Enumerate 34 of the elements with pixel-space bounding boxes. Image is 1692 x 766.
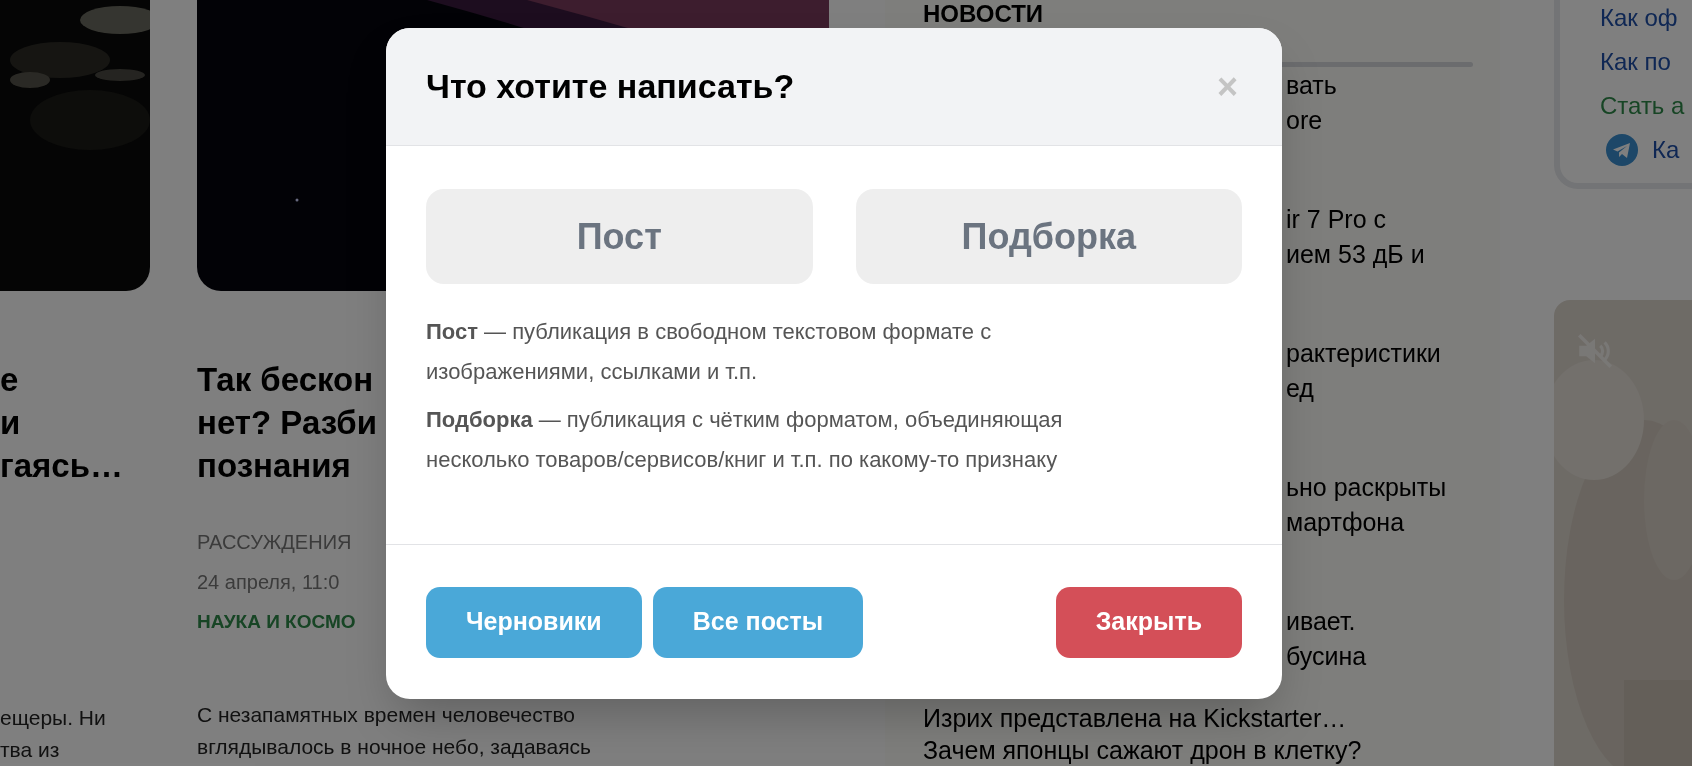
article-excerpt: тва из (0, 737, 61, 763)
news-link[interactable]: вать (1286, 68, 1500, 103)
news-link[interactable]: ием 53 дБ и (1286, 237, 1500, 272)
news-link[interactable]: ивает. (1286, 604, 1500, 639)
option-button[interactable]: Подборка (855, 189, 1242, 284)
nav-button[interactable]: Все посты (652, 586, 864, 658)
news-link[interactable]: ir 7 Pro с (1286, 202, 1500, 237)
news-link[interactable]: ед (1286, 371, 1500, 406)
news-link[interactable]: рактеристики (1286, 336, 1500, 371)
close-button[interactable]: Закрыть (1055, 586, 1242, 658)
news-link[interactable]: ьно раскрыты (1286, 470, 1500, 505)
article-title[interactable]: гаясь… (0, 444, 150, 487)
nav-button[interactable]: Черновики (426, 586, 642, 658)
sidebar-link[interactable]: Ка (1652, 132, 1680, 168)
article-excerpt: ещеры. Ни (0, 705, 107, 731)
news-link[interactable]: мартфона (1286, 505, 1500, 540)
news-link[interactable]: бусина (1286, 639, 1500, 674)
news-link[interactable]: ore (1286, 103, 1500, 138)
sidebar-link[interactable]: Стать а (1600, 88, 1692, 124)
sidebar-link[interactable]: Как оф (1600, 0, 1692, 36)
option-button[interactable]: Пост (426, 189, 813, 284)
article-excerpt: вглядывалось в ночное небо, задаваясь (197, 734, 592, 760)
category-label: РАССУЖДЕНИЯ (197, 530, 353, 555)
article-excerpt: С незапамятных времен человечество (197, 702, 577, 728)
news-link[interactable]: Изрих представлена на Kickstarter… (923, 702, 1500, 734)
description-text: Подборка — публикация с чётким форматом, объединяющая несколько товаров/сервисов/книг и т.п. по какому-то признаку (426, 406, 1064, 474)
dialog-title: Что хотите написать? (426, 66, 795, 107)
article-title[interactable]: и (0, 401, 150, 444)
news-link[interactable]: Зачем японцы сажают дрон в клетку? (923, 734, 1500, 766)
section-heading: НОВОСТИ (923, 0, 1045, 28)
sidebar-link[interactable]: Как по (1600, 44, 1692, 80)
article-title[interactable]: е (0, 358, 150, 401)
description-text: Пост — публикация в свободном текстовом формате с изображениями, ссылками и т.п. (426, 318, 993, 386)
article-date: 24 апреля, 11:0 (197, 570, 341, 595)
